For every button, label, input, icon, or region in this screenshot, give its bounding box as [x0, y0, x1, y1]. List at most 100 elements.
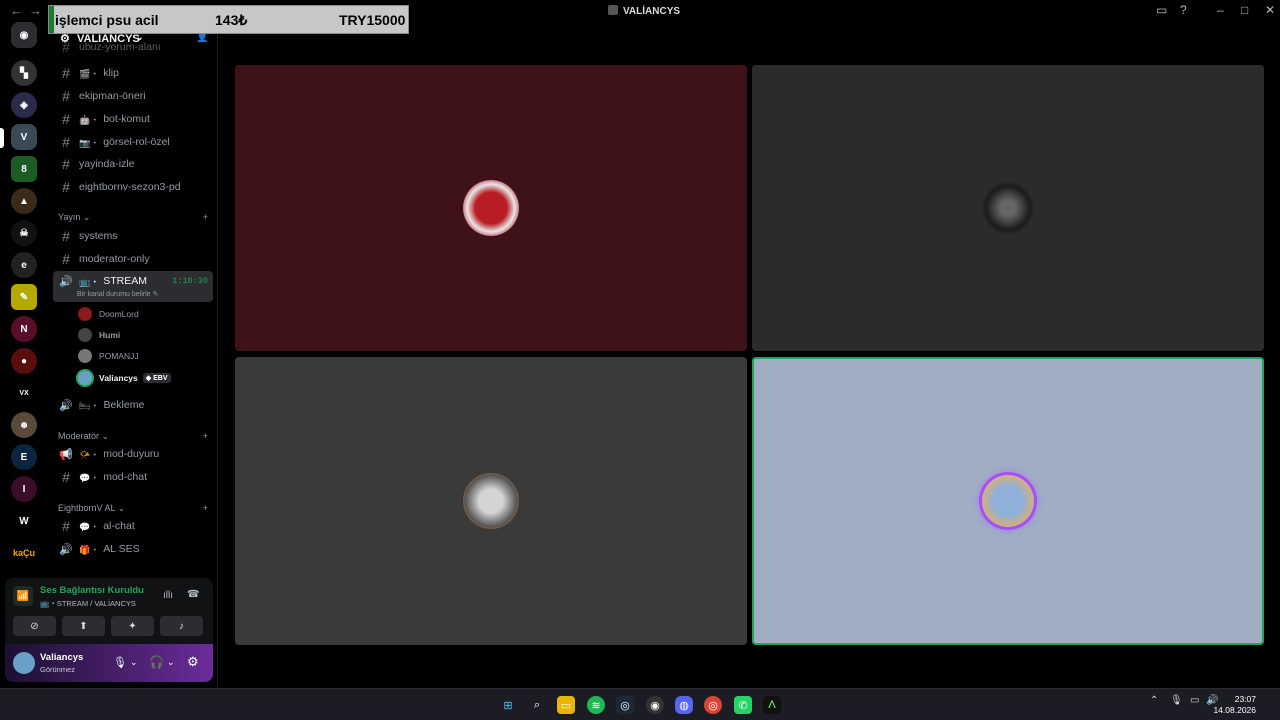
share-screen-button[interactable]: ⬆ [62, 616, 105, 636]
speech-bubble-icon: 💬・ [79, 472, 100, 483]
self-avatar [982, 475, 1034, 527]
window-title: VALİANCYS [608, 5, 680, 17]
help-icon[interactable]: ? [1180, 3, 1187, 17]
add-channel-icon[interactable]: + [203, 212, 208, 223]
category-eightborn-al[interactable]: EightbornV AL ⌄ + [58, 503, 208, 514]
channel-al-ses[interactable]: 🔊 🎁・ AL SES [53, 539, 213, 559]
server-icon-11[interactable]: ● [11, 348, 37, 374]
app-icon[interactable]: Λ [763, 696, 781, 714]
microphone-icon[interactable]: 🎙 [113, 656, 127, 669]
channel-bot[interactable]: # 🤖・ bot-komut [53, 109, 213, 129]
discord-icon[interactable]: ◍ [675, 696, 693, 714]
tray-chevron-icon[interactable]: ⌃ [1150, 695, 1158, 706]
channel-name: bot-komut [103, 113, 150, 125]
server-icon-15[interactable]: I [11, 476, 37, 502]
channel-partial[interactable]: # ubuz-yorum-alanı [53, 42, 213, 52]
category-yayin[interactable]: Yayın ⌄ + [58, 212, 208, 223]
inbox-icon[interactable]: ▭ [1156, 3, 1167, 17]
channel-mod-chat[interactable]: # 💬・ mod-chat [53, 467, 213, 487]
voice-user[interactable]: DoomLord [78, 305, 139, 323]
server-icon-eightborn[interactable]: 8 [11, 156, 37, 182]
category-moderator[interactable]: Moderatör ⌄ + [58, 431, 208, 442]
server-icon-vexlor[interactable]: VX [11, 380, 37, 406]
voice-user[interactable]: Humi [78, 326, 120, 344]
channel-klip[interactable]: # 🎬・ klip [53, 63, 213, 83]
channel-ekipman[interactable]: # ekipman-öneri [53, 86, 213, 106]
channel-stream[interactable]: 🔊 📺・ STREAM 1:10:30 Bir kanal durumu bel… [53, 271, 213, 302]
whatsapp-icon[interactable]: ✆ [734, 696, 752, 714]
server-icon-9[interactable]: ✎ [11, 284, 37, 310]
channel-bekleme[interactable]: 🔊 🛏・ Bekleme [53, 395, 213, 415]
network-icon[interactable]: ▭ [1190, 695, 1199, 706]
close-icon[interactable]: ✕ [1265, 3, 1275, 17]
server-icon-2[interactable]: ◈ [11, 92, 37, 118]
voice-user[interactable]: POMANJJ [78, 347, 139, 365]
server-icon-1[interactable]: ▚ [11, 60, 37, 86]
voice-status[interactable]: Ses Bağlantısı Kuruldu [40, 585, 144, 596]
server-icon-16[interactable]: W [11, 508, 37, 534]
steam-icon[interactable]: ◎ [616, 696, 634, 714]
voice-tile[interactable] [235, 357, 747, 645]
disconnect-icon[interactable]: ☎ [187, 589, 199, 600]
server-icon-e[interactable]: e [11, 252, 37, 278]
search-icon[interactable]: ⌕ [528, 696, 546, 714]
user-name[interactable]: Valiancys [40, 652, 83, 663]
signal-icon[interactable]: 📶 [13, 586, 33, 606]
noise-suppression-icon[interactable]: ıllı [163, 590, 173, 601]
discord-home-icon[interactable]: ◉ [11, 22, 37, 48]
start-icon[interactable]: ⊞ [499, 696, 517, 714]
server-icon-skull[interactable]: ☠ [11, 220, 37, 246]
chevron-down-icon[interactable]: ⌄ [130, 657, 138, 668]
channel-gorsel[interactable]: # 📷・ görsel-rol-özel [53, 132, 213, 152]
channel-eightborn[interactable]: # eightbornv-sezon3-pd [53, 177, 213, 197]
overlay-price-b: TRY15000 [339, 12, 406, 28]
nav-arrows[interactable]: ←→ [10, 3, 48, 18]
avatar[interactable] [13, 652, 35, 674]
server-icon-13[interactable]: ☻ [11, 412, 37, 438]
chrome-icon[interactable]: ◎ [704, 696, 722, 714]
server-icon-10[interactable]: N [11, 316, 37, 342]
minimize-icon[interactable]: – [1217, 3, 1224, 17]
channel-moderator-only[interactable]: # moderator-only [53, 249, 213, 269]
server-icon-valiancys[interactable]: V [11, 124, 37, 150]
chevron-down-icon[interactable]: ⌄ [167, 657, 175, 668]
overlay-price-a: 143₺ [215, 12, 248, 28]
voice-tile[interactable] [235, 65, 747, 351]
clock[interactable]: 23:07 14.08.2026 [1213, 694, 1256, 716]
file-explorer-icon[interactable]: ▭ [557, 696, 575, 714]
channel-status-link[interactable]: Bir kanal durumu belirle ✎ [77, 290, 158, 298]
voice-tile-speaking[interactable] [752, 357, 1264, 645]
channel-systems[interactable]: # systems [53, 226, 213, 246]
window-title-text: VALİANCYS [623, 6, 681, 17]
voice-tile[interactable] [752, 65, 1264, 351]
channel-name: ekipman-öneri [79, 90, 146, 102]
settings-gear-icon[interactable]: ⚙ [187, 654, 199, 670]
voice-location[interactable]: 📺・STREAM / VALİANCYS [40, 598, 136, 609]
guild-tag-badge: ◆ EBV [142, 373, 171, 383]
hash-icon: # [62, 179, 70, 195]
add-channel-icon[interactable]: + [203, 503, 208, 514]
channel-name: STREAM [103, 275, 147, 287]
obs-icon[interactable]: ◉ [646, 696, 664, 714]
channel-name: al-chat [103, 520, 135, 532]
add-channel-icon[interactable]: + [203, 431, 208, 442]
server-icon-kacu[interactable]: kaÇu [11, 540, 37, 566]
mic-tray-icon[interactable]: 🎙 [1170, 695, 1183, 706]
maximize-icon[interactable]: □ [1241, 3, 1248, 17]
channel-status-text: Bir kanal durumu belirle [77, 291, 151, 298]
voice-user[interactable]: Valiancys ◆ EBV [78, 369, 171, 387]
activities-button[interactable]: ✦ [111, 616, 154, 636]
speaker-icon: 🔊 [59, 543, 73, 556]
channel-yayinda[interactable]: # yayinda-izle [53, 154, 213, 174]
megaphone-icon: 📢 [59, 448, 73, 461]
server-icon-ew[interactable]: E [11, 444, 37, 470]
channel-mod-duyuru[interactable]: 📢 📯・ mod-duyuru [53, 444, 213, 464]
spotify-icon[interactable]: ≋ [587, 696, 605, 714]
soundboard-button[interactable]: ♪ [160, 616, 203, 636]
server-icon-5[interactable]: ▲ [11, 188, 37, 214]
camera-off-button[interactable]: ⊘ [13, 616, 56, 636]
channel-al-chat[interactable]: # 💬・ al-chat [53, 516, 213, 536]
headphones-icon[interactable]: 🎧 [149, 655, 164, 669]
badge-text: EBV [153, 375, 168, 382]
hash-icon: # [62, 518, 70, 534]
